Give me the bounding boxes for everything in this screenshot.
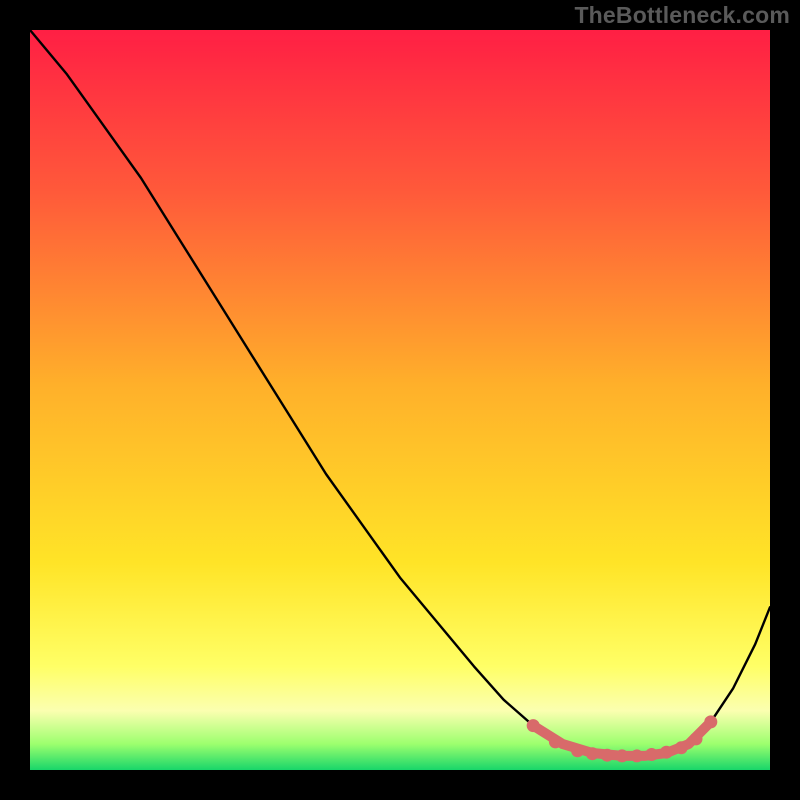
gradient-panel <box>30 30 770 770</box>
highlight-dot <box>586 747 599 760</box>
highlight-dot <box>660 746 673 759</box>
highlight-dot <box>675 741 688 754</box>
highlight-dot <box>549 735 562 748</box>
highlight-dot <box>645 748 658 761</box>
watermark-text: TheBottleneck.com <box>574 2 790 29</box>
highlight-dot <box>616 749 629 762</box>
highlight-dot <box>571 744 584 757</box>
chart-container: TheBottleneck.com <box>0 0 800 800</box>
highlight-dot <box>630 749 643 762</box>
bottleneck-chart <box>0 0 800 800</box>
highlight-dot <box>704 715 717 728</box>
highlight-dot <box>527 719 540 732</box>
highlight-dot <box>601 749 614 762</box>
highlight-dot <box>690 732 703 745</box>
